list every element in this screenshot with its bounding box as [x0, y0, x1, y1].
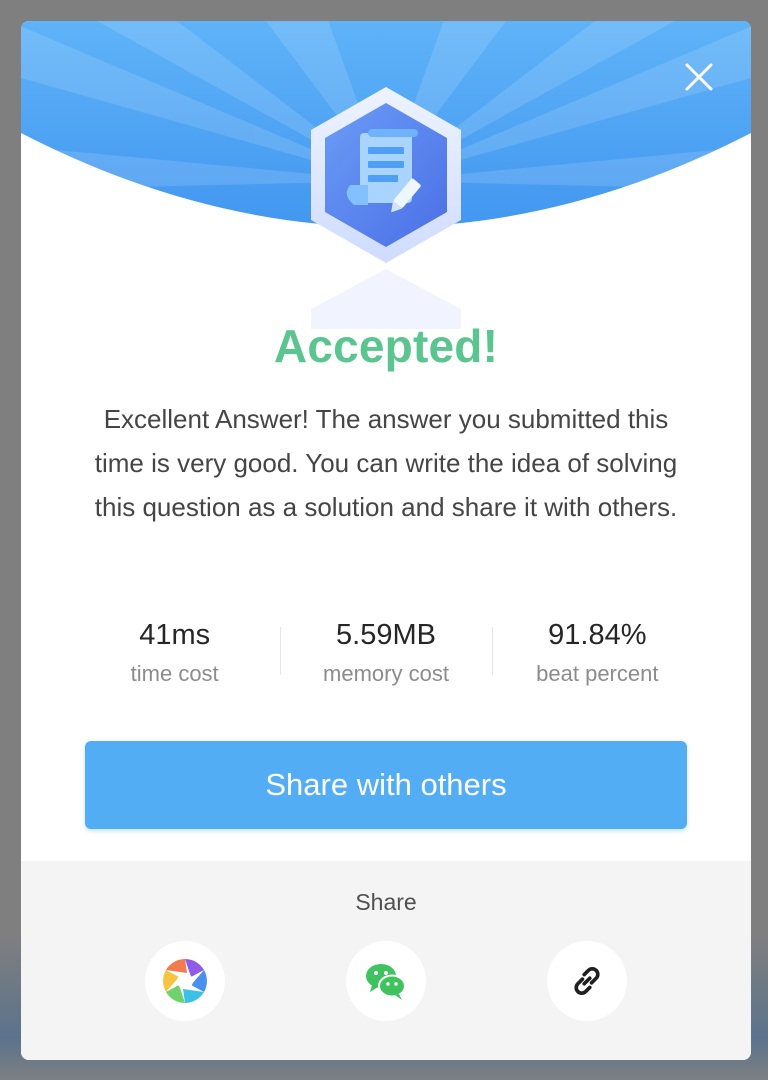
stat-value: 41ms — [139, 619, 211, 651]
wechat-icon — [366, 964, 406, 1000]
share-wechat-button[interactable] — [346, 941, 426, 1021]
submission-result-dialog: Accepted! Excellent Answer! The answer y… — [21, 21, 751, 1060]
stat-label: memory cost — [323, 661, 449, 686]
share-panel: Share — [21, 861, 751, 1060]
scroll-badge-icon — [311, 87, 461, 263]
accepted-title: Accepted! — [273, 320, 499, 372]
stat-time-cost: 41ms time cost — [69, 615, 280, 687]
share-copy-link-button[interactable] — [547, 941, 627, 1021]
result-message: Excellent Answer! The answer you submitt… — [94, 404, 678, 522]
stat-memory-cost: 5.59MB memory cost — [280, 615, 491, 687]
share-title: Share — [355, 889, 417, 915]
pinwheel-app-icon — [163, 959, 207, 1003]
share-with-others-button[interactable]: Share with others — [85, 741, 687, 829]
stat-label: beat percent — [536, 661, 659, 686]
close-icon — [685, 63, 713, 91]
link-icon — [574, 967, 600, 995]
share-pinwheel-button[interactable] — [145, 941, 225, 1021]
stats-row: 41ms time cost 5.59MB memory cost 91.84%… — [69, 615, 703, 687]
stat-beat-percent: 91.84% beat percent — [491, 615, 703, 687]
close-button[interactable] — [681, 59, 717, 95]
stat-label: time cost — [130, 661, 219, 686]
stat-value: 5.59MB — [336, 619, 436, 651]
stat-value: 91.84% — [548, 619, 647, 651]
